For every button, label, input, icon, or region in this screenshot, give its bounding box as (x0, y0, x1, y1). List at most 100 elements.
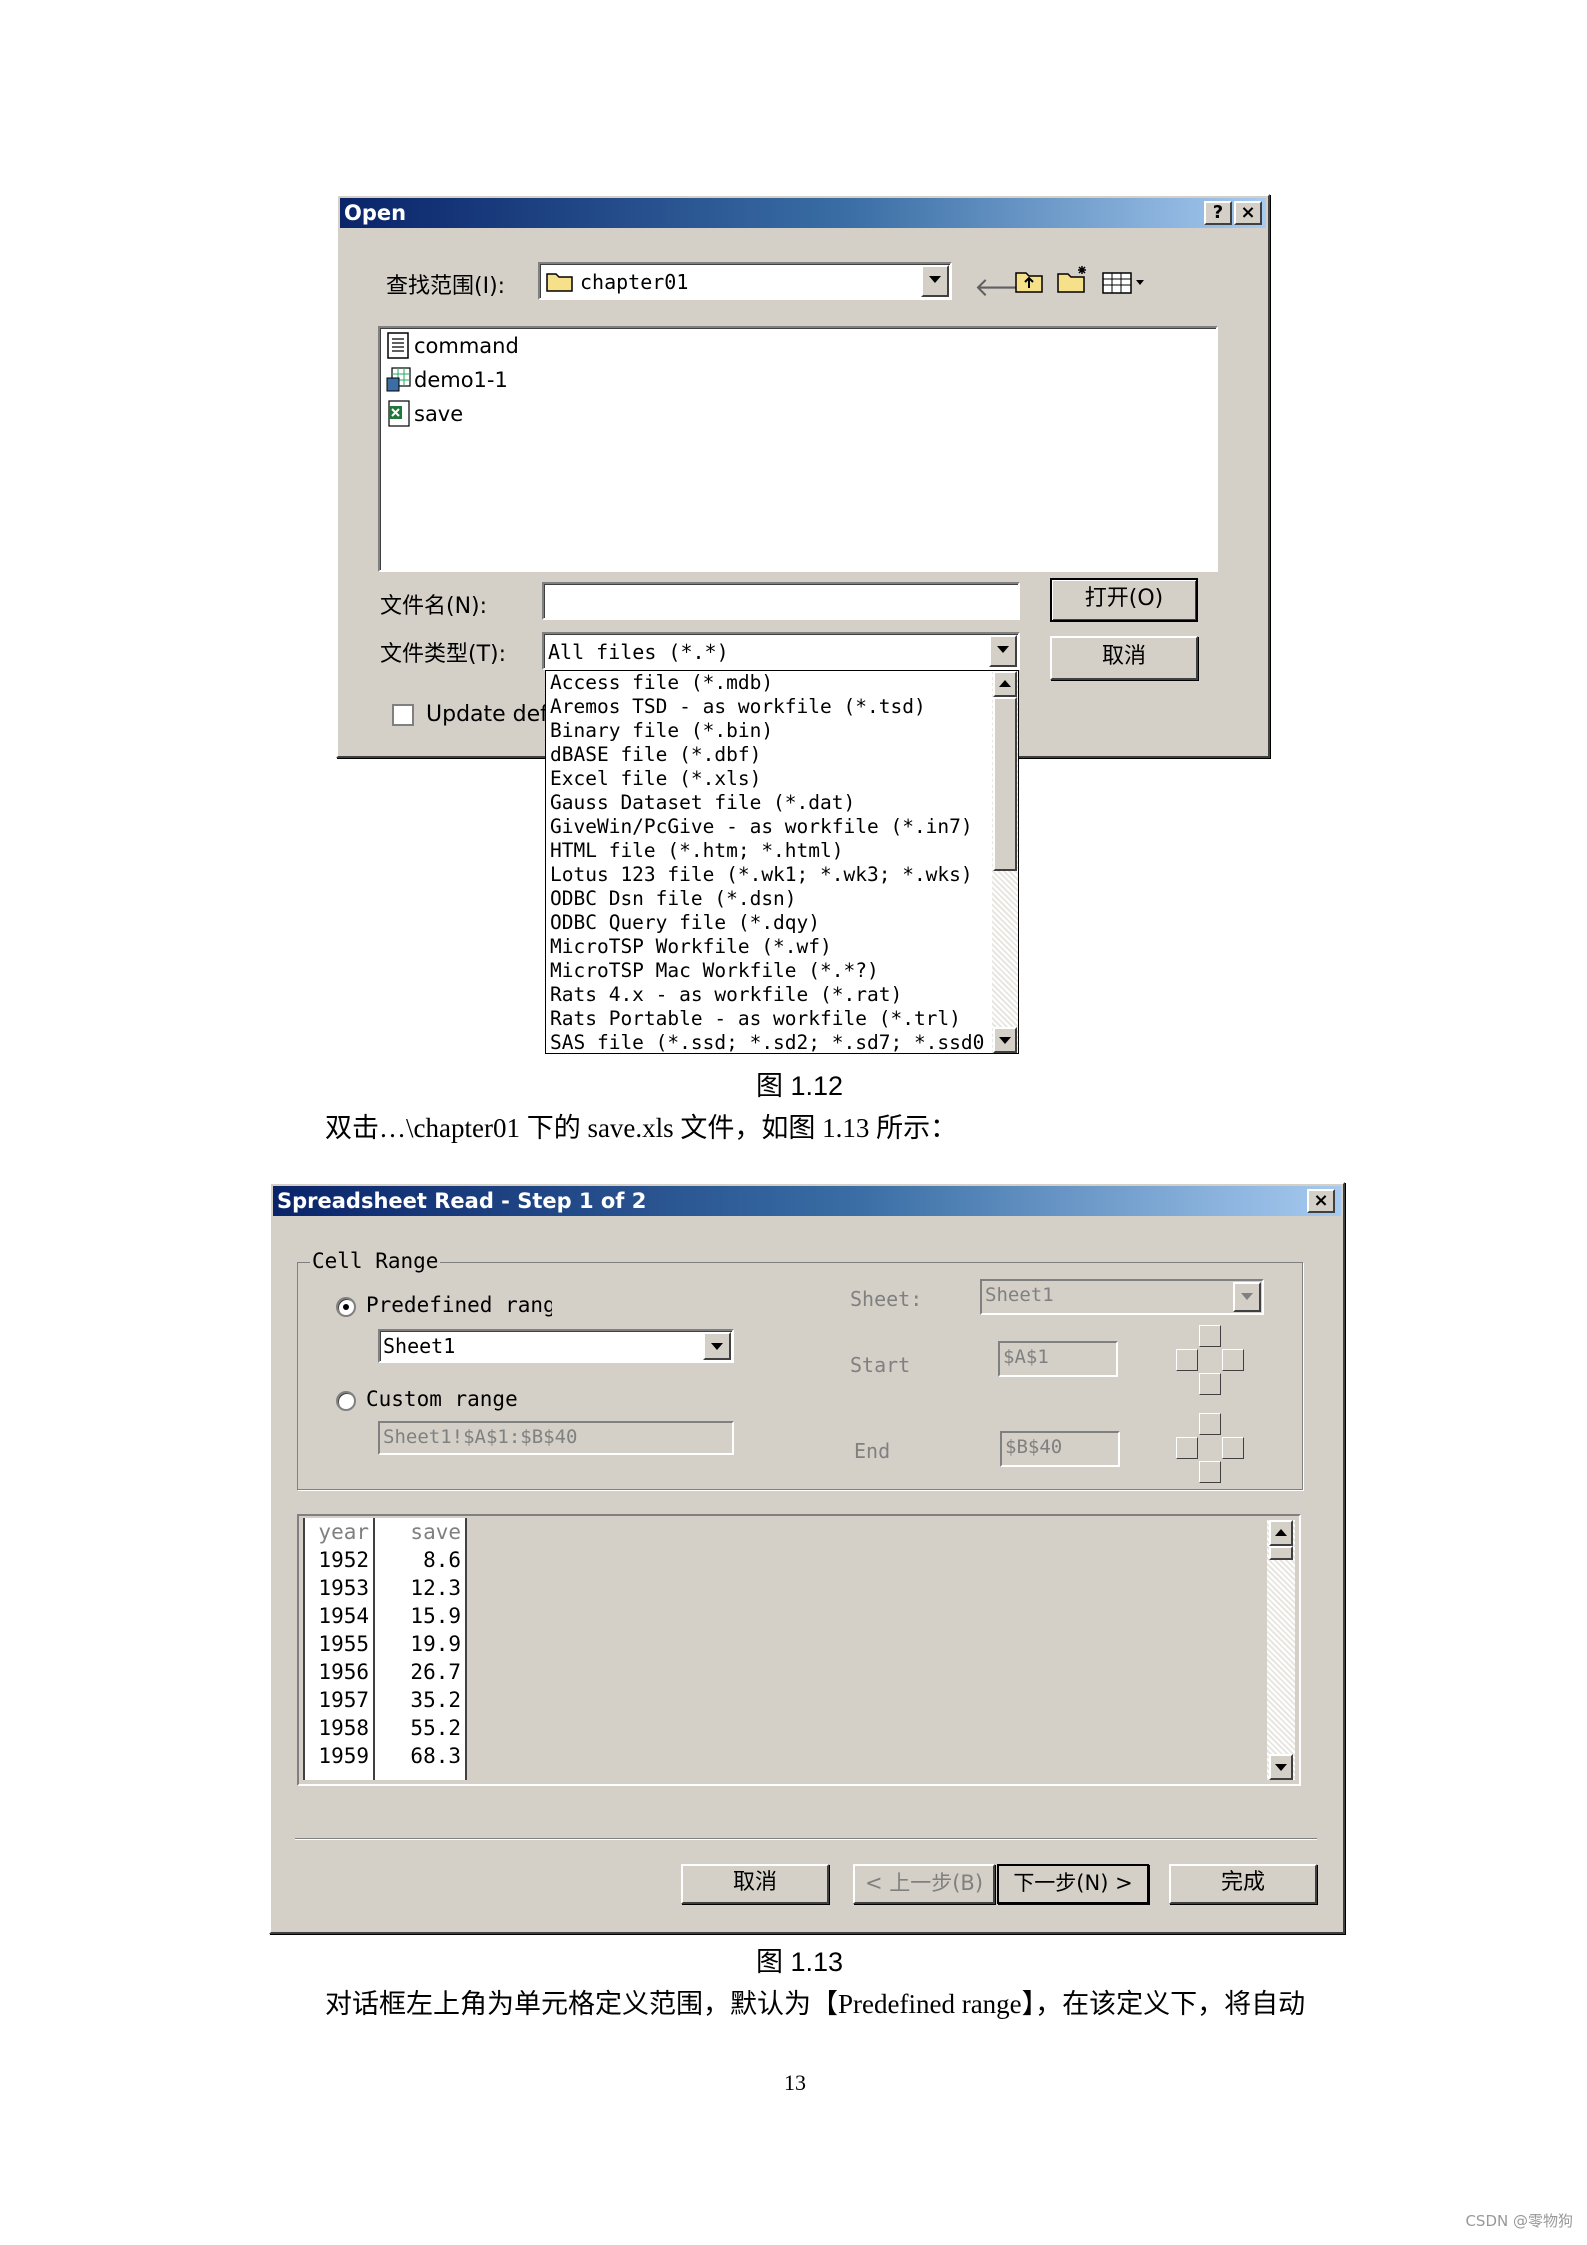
watermark: CSDN @零物狗 (1465, 2212, 1573, 2230)
start-input[interactable]: $A$1 (998, 1341, 1118, 1377)
filetype-option[interactable]: Rats 4.x - as workfile (*.rat) (550, 983, 902, 1007)
file-item-save[interactable]: save (380, 400, 680, 430)
right-arrow-icon[interactable] (1222, 1349, 1244, 1371)
view-menu-icon[interactable] (1102, 270, 1148, 296)
look-in-value: chapter01 (580, 270, 689, 294)
cell-range-group-label: Cell Range (310, 1249, 441, 1273)
table-cell: 1957 (318, 1688, 369, 1712)
spreadsheet-dialog-titlebar: Spreadsheet Read - Step 1 of 2 (273, 1186, 1341, 1216)
sheet-value: Sheet1 (985, 1284, 1054, 1306)
predefined-range-value: Sheet1 (383, 1334, 456, 1358)
end-input[interactable]: $B$40 (1000, 1431, 1120, 1467)
look-in-label: 查找范围(I): (386, 274, 506, 299)
table-cell: 1954 (318, 1604, 369, 1628)
filetype-dropdown-arrow[interactable] (989, 635, 1017, 667)
scroll-thumb[interactable] (1269, 1546, 1293, 1560)
look-in-dropdown-arrow[interactable] (921, 265, 949, 297)
sheet-dropdown-arrow[interactable] (1233, 1282, 1261, 1312)
end-nudge-arrows[interactable] (1174, 1413, 1246, 1485)
filetype-option[interactable]: dBASE file (*.dbf) (550, 743, 761, 767)
help-button[interactable]: ? (1204, 201, 1232, 225)
predefined-range-select[interactable]: Sheet1 (378, 1329, 734, 1363)
left-arrow-icon[interactable] (1176, 1349, 1198, 1371)
filetype-option[interactable]: Excel file (*.xls) (550, 767, 761, 791)
open-button[interactable]: 打开(O) (1050, 578, 1198, 622)
sheet-select[interactable]: Sheet1 (980, 1279, 1264, 1315)
look-in-combo[interactable]: chapter01 (538, 262, 952, 300)
cell-range-group: Cell Range Predefined range Sheet1 Custo… (297, 1249, 1303, 1490)
preview-scrollbar[interactable] (1267, 1520, 1295, 1780)
table-cell: 8.6 (423, 1548, 461, 1572)
table-header: save (410, 1520, 461, 1544)
up-arrow-icon[interactable] (1199, 1413, 1221, 1435)
file-name: demo1-1 (414, 368, 508, 392)
table-cell: 1958 (318, 1716, 369, 1740)
scroll-thumb[interactable] (993, 697, 1017, 871)
left-arrow-icon[interactable] (1176, 1437, 1198, 1459)
new-folder-icon[interactable] (1056, 264, 1090, 294)
text-file-icon (387, 332, 409, 359)
table-cell: 1959 (318, 1744, 369, 1768)
scroll-down-button[interactable] (1269, 1754, 1293, 1780)
filetype-option[interactable]: Rats Portable - as workfile (*.trl) (550, 1007, 961, 1031)
filetype-option[interactable]: Binary file (*.bin) (550, 719, 773, 743)
update-checkbox[interactable] (392, 704, 414, 726)
filetype-option[interactable]: MicroTSP Workfile (*.wf) (550, 935, 832, 959)
start-label: Start (850, 1353, 911, 1377)
scroll-down-button[interactable] (993, 1027, 1017, 1053)
custom-range-label: Custom range (366, 1387, 518, 1411)
file-item-command[interactable]: command (380, 332, 680, 362)
cancel-button[interactable]: 取消 (681, 1864, 829, 1904)
file-name: command (414, 334, 519, 358)
predefined-range-radio[interactable] (336, 1297, 356, 1317)
close-button[interactable]: × (1234, 201, 1262, 225)
right-arrow-icon[interactable] (1222, 1437, 1244, 1459)
back-button[interactable]: < 上一步(B) (853, 1864, 995, 1904)
file-item-demo1-1[interactable]: demo1-1 (380, 366, 680, 396)
next-button[interactable]: 下一步(N) > (997, 1864, 1149, 1904)
dropdown-scrollbar[interactable] (992, 671, 1018, 1053)
filetype-option[interactable]: ODBC Dsn file (*.dsn) (550, 887, 797, 911)
open-dialog-titlebar: Open (340, 198, 1266, 228)
filetype-option[interactable]: MicroTSP Mac Workfile (*.*?) (550, 959, 879, 983)
excel-file-icon (388, 400, 410, 427)
sheet-label: Sheet: (850, 1287, 923, 1311)
file-name: save (414, 402, 464, 426)
table-cell: 1953 (318, 1576, 369, 1600)
down-arrow-icon[interactable] (1199, 1461, 1221, 1483)
filetype-option[interactable]: Lotus 123 file (*.wk1; *.wk3; *.wks) (550, 863, 973, 887)
spreadsheet-read-dialog: Spreadsheet Read - Step 1 of 2 × Cell Ra… (269, 1182, 1345, 1934)
filetype-label: 文件类型(T): (380, 642, 507, 667)
custom-range-input[interactable]: Sheet1!$A$1:$B$40 (378, 1421, 734, 1455)
custom-range-radio[interactable] (336, 1391, 356, 1411)
filetype-option[interactable]: ODBC Query file (*.dqy) (550, 911, 820, 935)
filetype-option[interactable]: HTML file (*.htm; *.html) (550, 839, 844, 863)
table-cell: 15.9 (410, 1604, 461, 1628)
start-nudge-arrows[interactable] (1174, 1325, 1246, 1397)
filetype-combo[interactable]: All files (*.*) (542, 632, 1020, 670)
data-preview: year 1952 1953 1954 1955 1956 1957 1958 1959 save… (297, 1514, 1301, 1786)
predefined-dropdown-arrow[interactable] (703, 1332, 731, 1360)
folder-icon (546, 273, 573, 292)
cancel-button[interactable]: 取消 (1050, 636, 1198, 680)
filename-input[interactable] (542, 582, 1020, 620)
figure-caption-1-12: 图 1.12 (756, 1071, 844, 1101)
table-header: year (318, 1520, 369, 1544)
scroll-up-button[interactable] (1269, 1520, 1293, 1546)
down-arrow-icon[interactable] (1199, 1373, 1221, 1395)
scroll-up-button[interactable] (993, 671, 1017, 697)
spreadsheet-dialog-title: Spreadsheet Read - Step 1 of 2 (277, 1189, 647, 1213)
end-label: End (854, 1439, 891, 1463)
filetype-option[interactable]: Aremos TSD - as workfile (*.tsd) (550, 695, 926, 719)
open-dialog-title: Open (344, 201, 407, 225)
close-button[interactable]: × (1307, 1189, 1335, 1213)
filetype-option[interactable]: Gauss Dataset file (*.dat) (550, 791, 855, 815)
filetype-option[interactable]: SAS file (*.ssd; *.sd2; *.sd7; *.ssd0 (550, 1031, 984, 1053)
table-cell: 12.3 (410, 1576, 461, 1600)
filetype-option[interactable]: Access file (*.mdb) (550, 671, 773, 695)
filetype-option[interactable]: GiveWin/PcGive - as workfile (*.in7) (550, 815, 973, 839)
finish-button[interactable]: 完成 (1169, 1864, 1317, 1904)
up-folder-icon[interactable] (1014, 268, 1044, 294)
up-arrow-icon[interactable] (1199, 1325, 1221, 1347)
file-list[interactable]: command demo1-1 save (378, 326, 1218, 572)
